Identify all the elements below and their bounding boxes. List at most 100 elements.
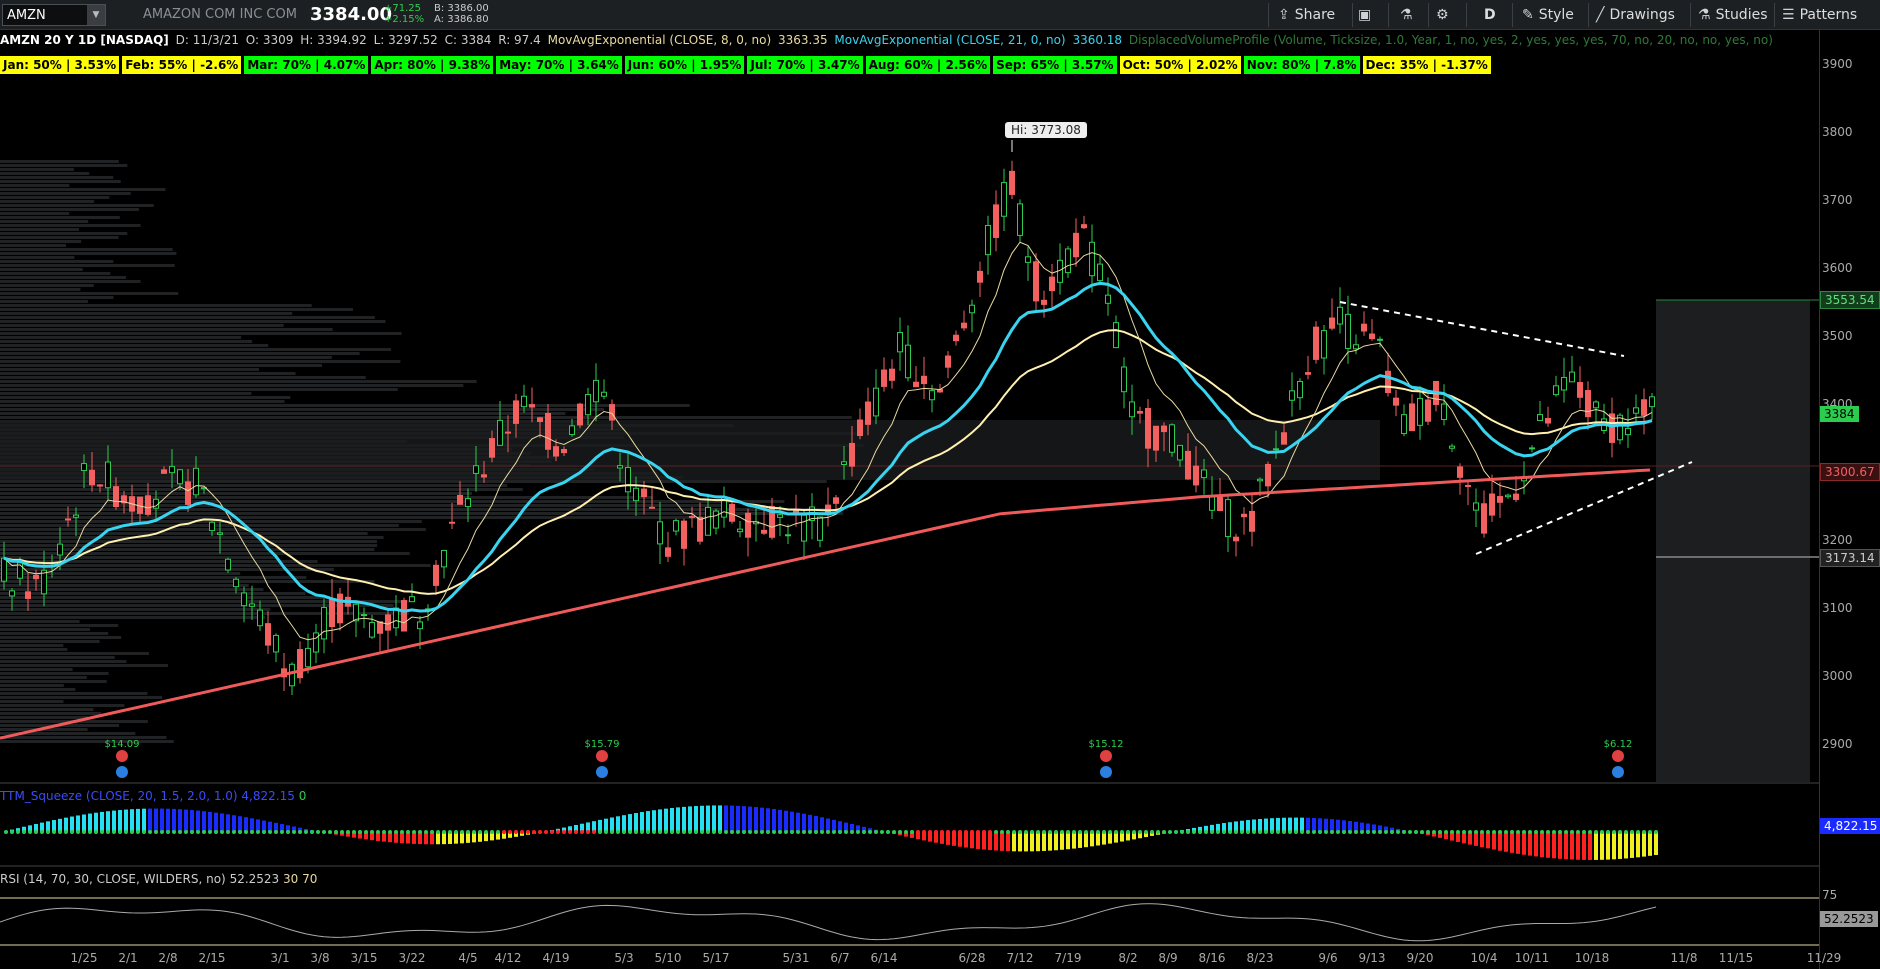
candle-body <box>1561 376 1567 391</box>
squeeze-bar <box>202 811 206 832</box>
squeeze-bar <box>808 814 812 832</box>
candle-body <box>433 564 439 586</box>
volume-profile-bar <box>0 584 249 587</box>
squeeze-dot <box>946 830 950 834</box>
squeeze-bar <box>1564 832 1568 860</box>
squeeze-dot <box>1372 830 1376 834</box>
volume-profile-study[interactable]: DisplacedVolumeProfile (Volume, Ticksize… <box>1129 33 1773 47</box>
squeeze-dot <box>1576 830 1580 834</box>
squeeze-dot <box>256 830 260 834</box>
bar-date: D: 11/3/21 <box>175 33 239 47</box>
volume-profile-bar <box>0 620 80 623</box>
candle-body <box>1345 313 1351 349</box>
candle-body <box>377 621 383 634</box>
volume-profile-bar <box>0 328 333 331</box>
volume-profile-bar <box>0 312 293 315</box>
squeeze-bar <box>1066 832 1070 850</box>
squeeze-dot <box>1378 830 1382 834</box>
squeeze-bar <box>184 809 188 832</box>
candle-body <box>1025 256 1031 263</box>
squeeze-dot <box>1618 830 1622 834</box>
seasonality-month: Oct: 50% | 2.02% <box>1119 56 1241 74</box>
squeeze-dot <box>184 830 188 834</box>
price-chart[interactable] <box>0 0 1880 969</box>
volume-profile-bar <box>0 364 322 367</box>
candle-body <box>145 495 151 515</box>
squeeze-dot <box>526 830 530 834</box>
squeeze-bar <box>1048 832 1052 851</box>
squeeze-dot <box>664 830 668 834</box>
squeeze-dot <box>22 830 26 834</box>
squeeze-study[interactable]: TTM_Squeeze (CLOSE, 20, 1.5, 2.0, 1.0) <box>0 789 238 803</box>
squeeze-dot <box>1432 830 1436 834</box>
volume-profile-bar <box>0 172 90 175</box>
squeeze-bar <box>1642 832 1646 857</box>
time-axis-tick: 4/19 <box>542 951 570 965</box>
ema21-study[interactable]: MovAvgExponential (CLOSE, 21, 0, no) <box>834 33 1065 47</box>
squeeze-dot <box>1096 830 1100 834</box>
candle-body <box>1281 432 1287 445</box>
time-axis-tick: 6/14 <box>870 951 898 965</box>
squeeze-dot <box>52 830 56 834</box>
squeeze-bar <box>700 805 704 832</box>
time-axis-tick: 8/2 <box>1118 951 1138 965</box>
squeeze-bar <box>1624 832 1628 859</box>
seasonality-month: Jan: 50% | 3.53% <box>0 56 120 74</box>
ema8-study[interactable]: MovAvgExponential (CLOSE, 8, 0, no) <box>548 33 772 47</box>
squeeze-value: 4,822.15 <box>241 789 295 803</box>
squeeze-dot <box>1072 830 1076 834</box>
squeeze-dot <box>568 830 572 834</box>
candle-body <box>1201 469 1207 479</box>
squeeze-dot <box>970 830 974 834</box>
squeeze-dot <box>1534 830 1538 834</box>
squeeze-dot <box>214 830 218 834</box>
candle-body <box>801 514 807 542</box>
squeeze-bar <box>1270 818 1274 832</box>
squeeze-dot <box>982 830 986 834</box>
time-axis-tick: 9/13 <box>1358 951 1386 965</box>
volume-profile-bar <box>0 204 154 207</box>
candle-body <box>369 622 375 638</box>
volume-profile-bar <box>0 236 119 239</box>
volume-profile-bar <box>0 360 401 363</box>
dividend-icon <box>1612 766 1624 778</box>
seasonality-bar: Jan: 50% | 3.53% Feb: 55% | -2.6% Mar: 70%… <box>0 56 1494 75</box>
volume-profile-bar <box>0 532 368 535</box>
squeeze-dot <box>682 830 686 834</box>
squeeze-bar <box>1000 832 1004 851</box>
squeeze-dot <box>190 830 194 834</box>
pane-divider[interactable] <box>0 865 1819 867</box>
squeeze-dot <box>262 830 266 834</box>
volume-profile-bar <box>0 644 64 647</box>
candle-body <box>569 425 575 436</box>
squeeze-dot <box>1084 830 1088 834</box>
candle-body <box>409 596 415 603</box>
squeeze-dot <box>952 830 956 834</box>
rsi-study[interactable]: RSI (14, 70, 30, CLOSE, WILDERS, no) <box>0 872 226 886</box>
squeeze-dot <box>1582 830 1586 834</box>
candle-body <box>897 332 903 353</box>
dividend-icon <box>116 766 128 778</box>
squeeze-dot <box>1516 830 1520 834</box>
candle-body <box>241 592 247 607</box>
squeeze-dot <box>550 830 554 834</box>
candle-body <box>113 486 119 508</box>
squeeze-bar <box>640 812 644 832</box>
squeeze-bar <box>166 808 170 832</box>
squeeze-dot <box>580 830 584 834</box>
squeeze-dot <box>322 830 326 834</box>
dividend-label: $14.09 <box>104 739 140 750</box>
squeeze-bar <box>1012 832 1016 852</box>
squeeze-bar <box>1276 817 1280 832</box>
candle-body <box>529 404 535 408</box>
volume-profile-bar <box>0 700 64 703</box>
squeeze-bar <box>1318 818 1322 832</box>
squeeze-dot <box>1270 830 1274 834</box>
candle-body <box>97 484 103 487</box>
candle-body <box>673 520 679 532</box>
squeeze-dot <box>1510 830 1514 834</box>
candle-body <box>665 547 671 557</box>
squeeze-bar <box>670 807 674 832</box>
pane-divider[interactable] <box>0 782 1819 784</box>
squeeze-bar <box>64 817 68 832</box>
